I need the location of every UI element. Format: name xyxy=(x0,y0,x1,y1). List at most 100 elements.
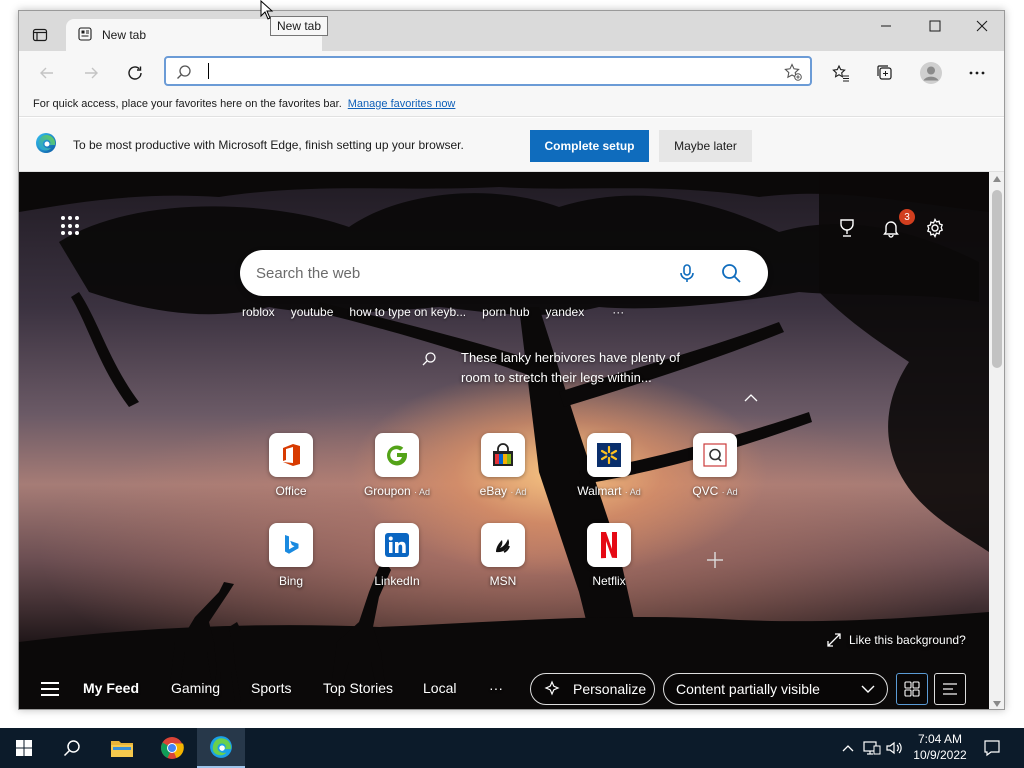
complete-setup-button[interactable]: Complete setup xyxy=(530,130,649,162)
new-tab-icon xyxy=(78,26,92,44)
start-button[interactable] xyxy=(0,728,48,768)
tile-label: MSN xyxy=(489,574,517,588)
quick-link-groupon[interactable]: Groupon · Ad xyxy=(357,433,437,498)
tab-strip: New tab xyxy=(19,11,1004,51)
trending-search-item[interactable]: yandex xyxy=(546,305,585,319)
chrome-taskbar-button[interactable] xyxy=(148,728,196,768)
file-explorer-button[interactable] xyxy=(98,728,146,768)
taskbar-search-icon xyxy=(63,740,80,757)
maximize-button[interactable] xyxy=(912,11,958,41)
bing-logo-icon xyxy=(269,523,313,567)
forward-button[interactable] xyxy=(77,59,105,87)
close-button[interactable] xyxy=(959,11,1004,41)
tile-label: QVC xyxy=(692,484,719,498)
address-input[interactable] xyxy=(210,61,770,81)
tile-label: Netflix xyxy=(592,574,626,588)
ad-label: · Ad xyxy=(624,487,641,497)
chevron-down-icon xyxy=(861,685,875,693)
trending-search-item[interactable]: roblox xyxy=(242,305,275,319)
system-clock[interactable]: 7:04 AM 10/9/2022 xyxy=(904,731,976,763)
quick-link-ebay[interactable]: eBay · Ad xyxy=(463,433,543,498)
text-caret xyxy=(208,63,209,79)
windows-logo-icon xyxy=(16,740,32,756)
favorites-bar-message: For quick access, place your favorites h… xyxy=(33,97,342,110)
tab-title: New tab xyxy=(102,28,147,42)
back-button[interactable] xyxy=(33,59,61,87)
like-background-link[interactable]: Like this background? xyxy=(827,633,966,647)
like-background-text: Like this background? xyxy=(849,633,966,647)
groupon-logo-icon xyxy=(375,433,419,477)
scrollbar-thumb[interactable] xyxy=(992,190,1002,368)
minimize-button[interactable] xyxy=(863,11,909,41)
apps-launcher-icon[interactable] xyxy=(61,216,81,236)
trending-more-button[interactable]: ··· xyxy=(612,305,624,319)
quick-link-walmart[interactable]: Walmart · Ad xyxy=(569,433,649,498)
background-caption[interactable]: These lanky herbivores have plenty of ro… xyxy=(421,348,701,388)
windows-taskbar: 7:04 AM 10/9/2022 xyxy=(0,728,1024,768)
ad-label: · Ad xyxy=(510,487,527,497)
office-logo-icon xyxy=(269,433,313,477)
tile-label: LinkedIn xyxy=(374,574,420,588)
favorites-icon[interactable] xyxy=(827,59,855,87)
trending-search-item[interactable]: youtube xyxy=(291,305,334,319)
clock-date: 10/9/2022 xyxy=(913,748,967,762)
web-search-box xyxy=(240,250,768,296)
quick-link-bing[interactable]: Bing xyxy=(251,523,331,588)
tile-label: Office xyxy=(275,484,307,498)
page-settings-gear-icon[interactable] xyxy=(923,216,947,240)
clock-time: 7:04 AM xyxy=(917,732,963,746)
search-submit-icon[interactable] xyxy=(720,262,742,287)
netflix-logo-icon xyxy=(587,523,631,567)
content-visibility-dropdown[interactable]: Content partially visible xyxy=(663,673,888,705)
quick-link-qvc[interactable]: QVC · Ad xyxy=(675,433,755,498)
microphone-icon[interactable] xyxy=(676,262,698,287)
add-favorite-icon[interactable] xyxy=(784,63,802,84)
caption-text: These lanky herbivores have plenty of ro… xyxy=(461,350,680,385)
edge-taskbar-button[interactable] xyxy=(197,728,245,768)
personalize-button[interactable]: Personalize xyxy=(530,673,655,705)
quick-link-linkedin[interactable]: LinkedIn xyxy=(357,523,437,588)
tab-actions-icon[interactable] xyxy=(29,24,51,46)
network-icon[interactable] xyxy=(862,738,882,758)
trending-search-item[interactable]: how to type on keyb... xyxy=(349,305,466,319)
feed-tab-local[interactable]: Local xyxy=(423,680,456,696)
add-quick-link-plus-icon[interactable] xyxy=(703,548,727,572)
show-hidden-icons-chevron-up-icon[interactable] xyxy=(838,738,858,758)
feed-more-button[interactable]: ··· xyxy=(489,680,503,696)
more-options-icon[interactable] xyxy=(963,59,991,87)
tab-tooltip: New tab xyxy=(270,16,329,36)
collapse-chevron-up-icon[interactable] xyxy=(743,392,759,406)
volume-icon[interactable] xyxy=(884,738,904,758)
trending-searches: roblox youtube how to type on keyb... po… xyxy=(242,305,640,319)
scroll-down-arrow-icon xyxy=(993,701,1001,707)
collections-icon[interactable] xyxy=(871,59,899,87)
web-search-input[interactable] xyxy=(256,262,656,284)
rewards-icon[interactable] xyxy=(835,216,859,240)
feed-tab-top-stories[interactable]: Top Stories xyxy=(323,680,393,696)
feed-menu-hamburger-icon[interactable] xyxy=(41,682,59,696)
favorites-bar: For quick access, place your favorites h… xyxy=(19,91,1004,117)
profile-avatar[interactable] xyxy=(917,59,945,87)
browser-window: New tab For quick access, place your fav… xyxy=(18,10,1005,710)
page-scrollbar[interactable] xyxy=(989,172,1004,709)
feed-tab-sports[interactable]: Sports xyxy=(251,680,291,696)
taskbar-search-button[interactable] xyxy=(48,728,96,768)
tile-label: Groupon xyxy=(363,484,411,498)
list-view-button[interactable] xyxy=(934,673,966,705)
quick-link-office[interactable]: Office xyxy=(251,433,331,498)
action-center-notification-icon[interactable] xyxy=(982,738,1002,758)
trending-search-item[interactable]: porn hub xyxy=(482,305,529,319)
address-bar[interactable] xyxy=(164,56,812,86)
notification-badge: 3 xyxy=(899,209,915,225)
refresh-button[interactable] xyxy=(121,59,149,87)
grid-view-button[interactable] xyxy=(896,673,928,705)
quick-link-msn[interactable]: MSN xyxy=(463,523,543,588)
manage-favorites-link[interactable]: Manage favorites now xyxy=(348,98,456,110)
maybe-later-button[interactable]: Maybe later xyxy=(659,130,752,162)
new-tab-page: 3 roblox youtube how to type on keyb... … xyxy=(19,172,989,709)
feed-tab-my-feed[interactable]: My Feed xyxy=(83,680,139,696)
chrome-logo-icon xyxy=(161,737,184,759)
feed-tab-gaming[interactable]: Gaming xyxy=(171,680,220,696)
ad-label: · Ad xyxy=(414,487,431,497)
quick-link-netflix[interactable]: Netflix xyxy=(569,523,649,588)
